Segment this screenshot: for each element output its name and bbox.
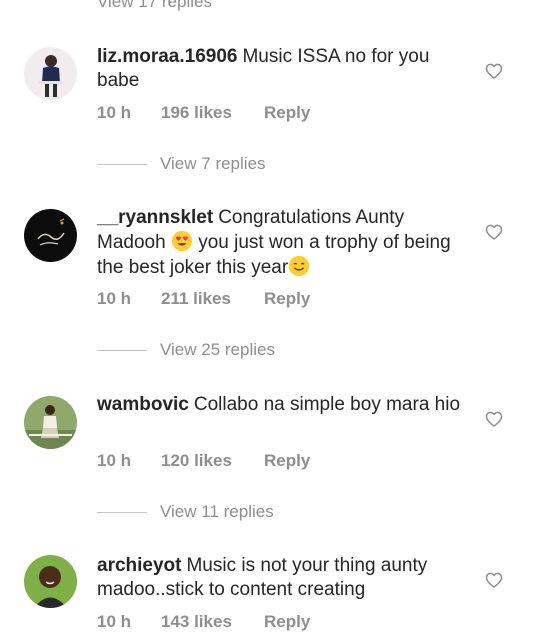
comment-meta: 10 h 120 likes Reply (97, 451, 310, 471)
heart-icon[interactable] (484, 409, 504, 429)
avatar[interactable] (24, 396, 77, 449)
view-replies-label: View 11 replies (160, 502, 274, 521)
view-replies-link-top[interactable]: View 17 replies (97, 0, 212, 14)
view-replies-link[interactable]: View 11 replies (97, 500, 274, 524)
likes-count[interactable]: 143 likes (161, 612, 264, 632)
reply-button[interactable]: Reply (264, 289, 310, 309)
avatar[interactable] (24, 47, 77, 100)
comment-text: liz.moraa.16906 Music ISSA no for you bab… (97, 45, 467, 93)
divider-line (97, 349, 147, 351)
heart-icon[interactable] (484, 222, 504, 242)
likes-count[interactable]: 120 likes (161, 451, 264, 471)
username[interactable]: wambovic (97, 394, 189, 415)
likes-count[interactable]: 211 likes (161, 289, 264, 309)
view-replies-link[interactable]: View 25 replies (97, 338, 275, 362)
avatar[interactable] (24, 555, 77, 608)
comment-meta: 10 h 196 likes Reply (97, 103, 310, 123)
divider-line (97, 511, 147, 513)
likes-count[interactable]: 196 likes (161, 103, 264, 123)
view-replies-label: View 7 replies (160, 154, 266, 173)
username[interactable]: __ryannsklet (97, 207, 213, 228)
comment-time: 10 h (97, 612, 132, 631)
view-replies-label: View 25 replies (160, 340, 275, 359)
heart-icon[interactable] (484, 61, 504, 81)
comment-time: 10 h (97, 103, 132, 122)
avatar[interactable] (24, 209, 77, 262)
comment-body: Collabo na simple boy mara hio (193, 394, 461, 415)
divider-line (97, 163, 147, 165)
reply-button[interactable]: Reply (264, 451, 310, 471)
heart-eyes-emoji-icon (171, 230, 193, 252)
reply-button[interactable]: Reply (264, 612, 310, 632)
comment-text: __ryannsklet Congratulations Aunty Madooh… (97, 206, 457, 280)
view-replies-label: View 17 replies (97, 0, 212, 11)
comment-meta: 10 h 143 likes Reply (97, 612, 310, 632)
comment-text: archieyot Music is not your thing aunty m… (97, 554, 467, 602)
comment-time: 10 h (97, 289, 132, 308)
comment-time: 10 h (97, 451, 132, 470)
heart-icon[interactable] (484, 570, 504, 590)
username[interactable]: liz.moraa.16906 (97, 46, 237, 67)
username[interactable]: archieyot (97, 555, 181, 576)
reply-button[interactable]: Reply (264, 103, 310, 123)
smiling-emoji-icon (289, 255, 310, 277)
comment-meta: 10 h 211 likes Reply (97, 289, 310, 309)
comment-text: wambovic Collabo na simple boy mara hio (97, 393, 467, 417)
view-replies-link[interactable]: View 7 replies (97, 152, 266, 176)
